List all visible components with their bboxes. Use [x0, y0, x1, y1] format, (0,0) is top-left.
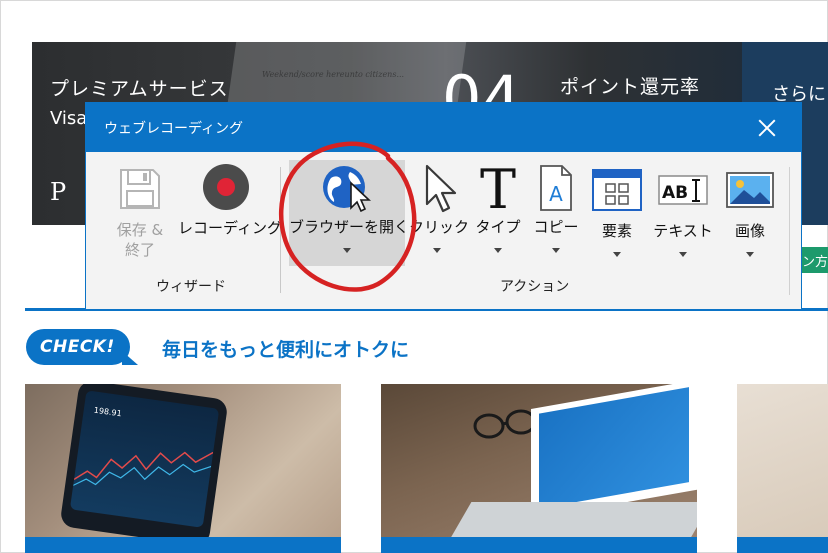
save-floppy-icon	[120, 169, 160, 209]
record-icon	[203, 164, 249, 210]
text-label: テキスト	[653, 222, 713, 240]
banner-premium-text: プレミアムサービス	[50, 78, 229, 100]
card-laptop-chart[interactable]	[381, 384, 697, 553]
card-document[interactable]	[737, 384, 828, 553]
chevron-down-icon[interactable]	[494, 248, 502, 253]
phone-screen: 198.91	[69, 390, 220, 528]
dialog-title: ウェブレコーディング	[104, 121, 244, 137]
copy-document-icon: A	[540, 165, 572, 211]
chevron-down-icon[interactable]	[679, 252, 687, 257]
banner-visa-text: Visa	[50, 108, 88, 129]
save-label-line1: 保存 &	[116, 221, 164, 239]
laptop-keyboard	[450, 502, 697, 538]
letter-t-icon: T	[480, 162, 516, 214]
image-label: 画像	[734, 222, 765, 240]
cursor-arrow-icon	[425, 164, 457, 213]
recording-button[interactable]: レコーディング	[178, 160, 282, 270]
element-grid-icon	[592, 169, 642, 211]
banner-point-text: ポイント還元率	[560, 76, 701, 98]
section-headline: 毎日をもっと便利にオトクに	[162, 339, 410, 361]
check-badge-text: CHECK!	[40, 337, 115, 357]
card-smartphone-trading[interactable]: 198.91	[25, 384, 341, 553]
group-label-wizard: ウィザード	[156, 279, 226, 295]
text-button[interactable]: AB テキスト	[650, 160, 716, 266]
recording-label: レコーディング	[178, 219, 282, 237]
svg-text:AB: AB	[662, 183, 688, 203]
text-abi-icon: AB	[658, 175, 708, 205]
svg-text:A: A	[549, 182, 563, 206]
chevron-down-icon[interactable]	[552, 248, 560, 253]
image-icon	[726, 172, 774, 208]
banner-paper-text: Weekend/score hereunto citizens...	[262, 70, 405, 79]
save-and-exit-button[interactable]: 保存 & 終了	[100, 160, 180, 270]
type-button[interactable]: T タイプ	[472, 160, 524, 266]
chevron-down-icon[interactable]	[613, 252, 621, 257]
green-tag[interactable]: ン方	[800, 247, 828, 273]
save-label-line2: 終了	[124, 241, 155, 259]
close-icon[interactable]	[754, 115, 780, 141]
chevron-down-icon[interactable]	[746, 252, 754, 257]
copy-button[interactable]: A コピー	[530, 160, 582, 266]
laptop-screen	[539, 387, 689, 509]
check-badge: CHECK!	[26, 329, 138, 365]
phone-price-label: 198.91	[93, 405, 123, 419]
card-bar	[381, 537, 697, 553]
image-button[interactable]: 画像	[722, 160, 778, 266]
laptop-image	[531, 384, 697, 519]
card-bar	[25, 537, 341, 553]
dialog-titlebar[interactable]: ウェブレコーディング	[86, 103, 801, 152]
element-label: 要素	[601, 222, 632, 240]
group-label-action: アクション	[500, 279, 570, 295]
type-label: タイプ	[475, 218, 521, 236]
card-bar	[737, 537, 828, 553]
red-annotation-circle	[278, 141, 417, 292]
chevron-down-icon[interactable]	[433, 248, 441, 253]
element-button[interactable]: 要素	[588, 160, 646, 266]
group-divider-end	[789, 167, 790, 295]
svg-text:T: T	[480, 162, 516, 214]
copy-label: コピー	[533, 218, 579, 236]
smartphone-image: 198.91	[59, 384, 229, 547]
candlestick-chart-icon	[72, 451, 214, 486]
